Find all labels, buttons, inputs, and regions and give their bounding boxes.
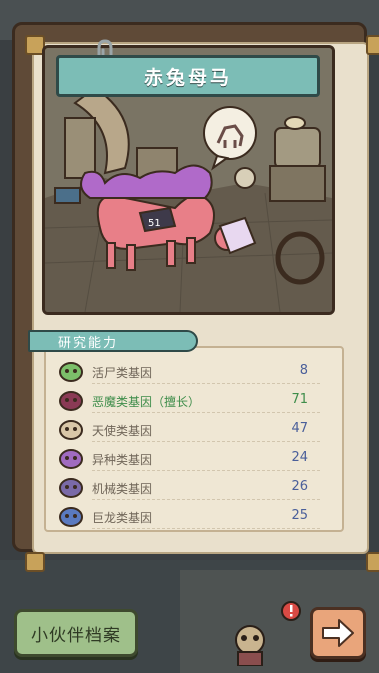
row-divider xyxy=(92,441,320,442)
gene-value: 8 xyxy=(299,363,308,378)
zombie-gene-icon xyxy=(59,362,83,382)
npc-character xyxy=(235,625,265,666)
gene-value: 71 xyxy=(291,392,308,407)
corner-ornament xyxy=(366,35,379,55)
research-title: 研究能力 xyxy=(58,336,119,351)
next-button[interactable] xyxy=(310,607,366,659)
gene-label: 机械类基因 xyxy=(92,482,153,496)
svg-text:51: 51 xyxy=(148,218,161,229)
pet-name-plaque: 赤兔母马 xyxy=(56,55,320,97)
gene-row: 恶魔类基因（擅长） 71 xyxy=(58,388,320,414)
companion-archive-button[interactable]: 小伙伴档案 xyxy=(14,609,138,657)
gene-label: 天使类基因 xyxy=(92,424,153,438)
gene-value: 26 xyxy=(291,479,308,494)
row-divider xyxy=(92,499,320,500)
row-divider xyxy=(92,528,320,529)
gene-label: 异种类基因 xyxy=(92,453,153,467)
gene-row: 活尸类基因 8 xyxy=(58,359,320,385)
angel-gene-icon xyxy=(59,420,83,440)
alien-gene-icon xyxy=(59,449,83,469)
gene-row: 天使类基因 47 xyxy=(58,417,320,443)
row-divider xyxy=(92,412,320,413)
pet-name: 赤兔母马 xyxy=(143,66,232,89)
gene-label: 恶魔类基因（擅长） xyxy=(92,395,201,409)
gene-row: 异种类基因 24 xyxy=(58,446,320,472)
row-divider xyxy=(92,383,320,384)
corner-ornament xyxy=(25,552,45,572)
alert-icon xyxy=(281,601,301,621)
gene-value: 24 xyxy=(291,450,308,465)
mechanical-gene-icon xyxy=(59,478,83,498)
gene-value: 47 xyxy=(291,421,308,436)
arrow-right-icon xyxy=(322,619,354,647)
gene-row: 巨龙类基因 25 xyxy=(58,504,320,530)
demon-gene-icon xyxy=(59,391,83,411)
gene-label: 活尸类基因 xyxy=(92,366,153,380)
row-divider xyxy=(92,470,320,471)
gene-value: 25 xyxy=(291,508,308,523)
companion-archive-label: 小伙伴档案 xyxy=(31,625,121,646)
dragon-gene-icon xyxy=(59,507,83,527)
corner-ornament xyxy=(366,552,379,572)
gene-row: 机械类基因 26 xyxy=(58,475,320,501)
gene-label: 巨龙类基因 xyxy=(92,511,153,525)
